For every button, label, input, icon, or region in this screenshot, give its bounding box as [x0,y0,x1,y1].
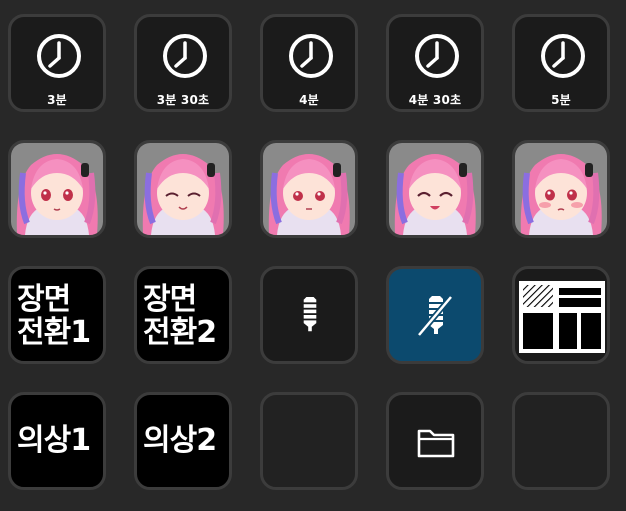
timer-key-3min30s[interactable]: 3분 30초 [134,14,232,112]
microphone-icon [303,297,317,332]
label-line-1: 장면 [17,282,71,317]
outfit-2-label: 의상2 [143,423,217,458]
scene-transition-1-button[interactable]: 장면 전환1 [8,266,106,364]
avatar-image [263,143,355,235]
empty-key[interactable] [260,392,358,490]
scene-transition-1-label: 장면 전환1 [17,283,99,349]
avatar-image [11,143,103,235]
avatar-image [515,143,607,235]
timer-key-5min[interactable]: 5분 [512,14,610,112]
label-line-2: 전환2 [143,315,217,350]
clock-icon [289,34,333,78]
clock-icon [415,34,459,78]
scene-transition-2-label: 장면 전환2 [143,283,225,349]
avatar-key-neutral-2[interactable] [260,140,358,238]
avatar-key-smile[interactable] [134,140,232,238]
microphone-mute-button[interactable] [386,266,484,364]
timer-key-4min30s[interactable]: 4분 30초 [386,14,484,112]
timer-key-4min[interactable]: 4분 [260,14,358,112]
outfit-1-button[interactable]: 의상1 [8,392,106,490]
scene-transition-2-button[interactable]: 장면 전환2 [134,266,232,364]
microphone-muted-icon [416,295,454,337]
label-line-1: 장면 [143,282,197,317]
timer-label: 3분 [47,93,67,107]
avatar-image [137,143,229,235]
label-line-2: 전환1 [17,315,91,350]
outfit-1-label: 의상1 [17,423,91,458]
folder-button[interactable] [386,392,484,490]
outfit-2-button[interactable]: 의상2 [134,392,232,490]
avatar-image [389,143,481,235]
clock-icon [163,34,207,78]
avatar-key-neutral[interactable] [8,140,106,238]
timer-label: 3분 30초 [156,93,210,107]
clock-icon [541,34,585,78]
avatar-key-smile-2[interactable] [386,140,484,238]
clock-icon [37,34,81,78]
timer-label: 5분 [551,93,571,107]
layout-grid-button[interactable] [512,266,610,364]
timer-label: 4분 [299,93,319,107]
layout-grid-icon [519,281,605,353]
folder-icon [417,429,455,458]
stream-deck-grid: 3분 3분 30초 4분 4분 30초 5분 장면 전환1 장면 전환2 의상1… [0,0,626,511]
empty-key[interactable] [512,392,610,490]
microphone-button[interactable] [260,266,358,364]
timer-key-3min[interactable]: 3분 [8,14,106,112]
avatar-key-blush[interactable] [512,140,610,238]
timer-label: 4분 30초 [408,93,462,107]
